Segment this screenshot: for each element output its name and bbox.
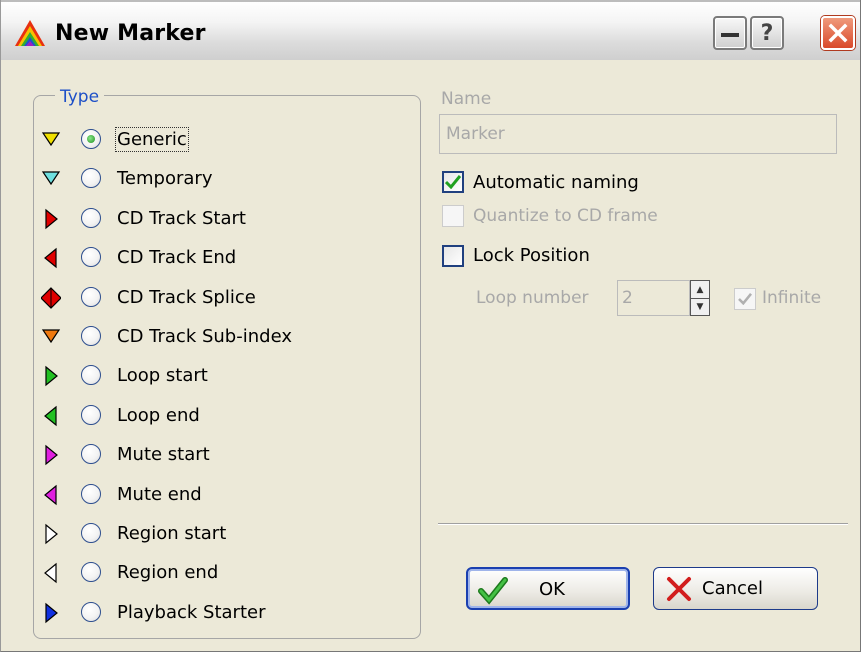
divider [438, 523, 848, 525]
type-option-label: Mute end [117, 484, 202, 505]
marker-left-triangle-icon [44, 405, 57, 427]
type-radio[interactable] [81, 405, 101, 425]
app-logo-icon [15, 20, 45, 46]
type-group-label: Type [55, 87, 105, 107]
close-icon [828, 23, 848, 43]
minimize-icon [721, 33, 739, 37]
type-option[interactable]: CD Track Splice [41, 283, 411, 313]
marker-right-triangle-icon [45, 208, 58, 230]
checkmark-icon [445, 175, 461, 189]
type-option[interactable]: Mute start [41, 440, 411, 470]
minimize-button[interactable] [713, 16, 747, 50]
type-radio[interactable] [81, 287, 101, 307]
window-title: New Marker [55, 21, 206, 46]
infinite-checkbox [734, 288, 756, 310]
loop-number-spinner: ▲ ▼ [690, 280, 710, 316]
marker-down-triangle-icon [41, 132, 61, 147]
loop-number-input [617, 280, 690, 316]
title-bar[interactable]: New Marker ? [1, 0, 860, 60]
cancel-label: Cancel [702, 578, 763, 599]
cancel-button[interactable]: Cancel [653, 567, 818, 610]
type-option-label: Region end [117, 562, 219, 583]
marker-right-triangle-icon [45, 523, 58, 545]
infinite-label: Infinite [762, 288, 822, 308]
type-radio[interactable] [81, 444, 101, 464]
help-button[interactable]: ? [750, 16, 784, 50]
type-option[interactable]: CD Track Start [41, 204, 411, 234]
type-option-label: Generic [115, 127, 189, 152]
type-option-label: Loop end [117, 405, 200, 426]
lock-position-checkbox[interactable] [442, 245, 464, 267]
type-option[interactable]: Mute end [41, 480, 411, 510]
type-radio[interactable] [81, 602, 101, 622]
ok-label: OK [539, 579, 565, 600]
marker-right-triangle-icon [45, 602, 58, 624]
name-input[interactable] [439, 114, 837, 154]
type-radio[interactable] [81, 562, 101, 582]
spin-up-icon: ▲ [691, 281, 709, 299]
lock-position-label[interactable]: Lock Position [473, 245, 590, 266]
type-radio[interactable] [81, 208, 101, 228]
type-option-label: CD Track End [117, 247, 237, 268]
type-option[interactable]: Region start [41, 519, 411, 549]
type-option[interactable]: Loop start [41, 361, 411, 391]
marker-diamond-icon [41, 287, 61, 309]
ok-button[interactable]: OK [466, 567, 630, 610]
marker-right-triangle-icon [45, 365, 58, 387]
marker-left-triangle-icon [44, 484, 57, 506]
spin-down-icon: ▼ [696, 301, 704, 312]
type-option[interactable]: Generic [41, 125, 411, 155]
type-option-label: Region start [117, 523, 227, 544]
name-label: Name [441, 89, 492, 109]
type-option-label: CD Track Sub-index [117, 326, 292, 347]
loop-number-label: Loop number [476, 288, 589, 308]
marker-right-triangle-icon [45, 444, 58, 466]
checkmark-icon [738, 293, 752, 305]
type-radio[interactable] [81, 484, 101, 504]
type-option[interactable]: CD Track Sub-index [41, 322, 411, 352]
type-option-label: Loop start [117, 365, 208, 386]
type-option-label: Temporary [117, 168, 213, 189]
new-marker-dialog: New Marker ? Type Generic Temporary CD Tra… [0, 0, 861, 652]
type-radio[interactable] [81, 326, 101, 346]
marker-left-triangle-icon [44, 247, 57, 269]
type-option[interactable]: CD Track End [41, 243, 411, 273]
marker-down-triangle-icon [41, 171, 61, 186]
close-button[interactable] [821, 16, 855, 50]
marker-left-triangle-icon [44, 562, 57, 584]
type-radio[interactable] [81, 365, 101, 385]
type-option-label: Mute start [117, 444, 210, 465]
quantize-checkbox [442, 205, 464, 227]
automatic-naming-checkbox[interactable] [442, 171, 464, 193]
type-option-label: Playback Starter [117, 602, 266, 623]
type-radio[interactable] [81, 168, 101, 188]
checkmark-icon [478, 577, 508, 605]
cross-icon [667, 577, 691, 601]
type-option[interactable]: Playback Starter [41, 598, 411, 628]
type-option-label: CD Track Splice [117, 287, 256, 308]
type-radio[interactable] [81, 129, 101, 149]
quantize-label: Quantize to CD frame [473, 206, 658, 226]
type-option[interactable]: Temporary [41, 164, 411, 194]
type-option[interactable]: Region end [41, 558, 411, 588]
type-radio[interactable] [81, 247, 101, 267]
type-option[interactable]: Loop end [41, 401, 411, 431]
type-option-label: CD Track Start [117, 208, 246, 229]
type-radio[interactable] [81, 523, 101, 543]
help-icon: ? [760, 20, 774, 46]
marker-down-triangle-icon [41, 329, 61, 344]
automatic-naming-label[interactable]: Automatic naming [473, 172, 639, 193]
